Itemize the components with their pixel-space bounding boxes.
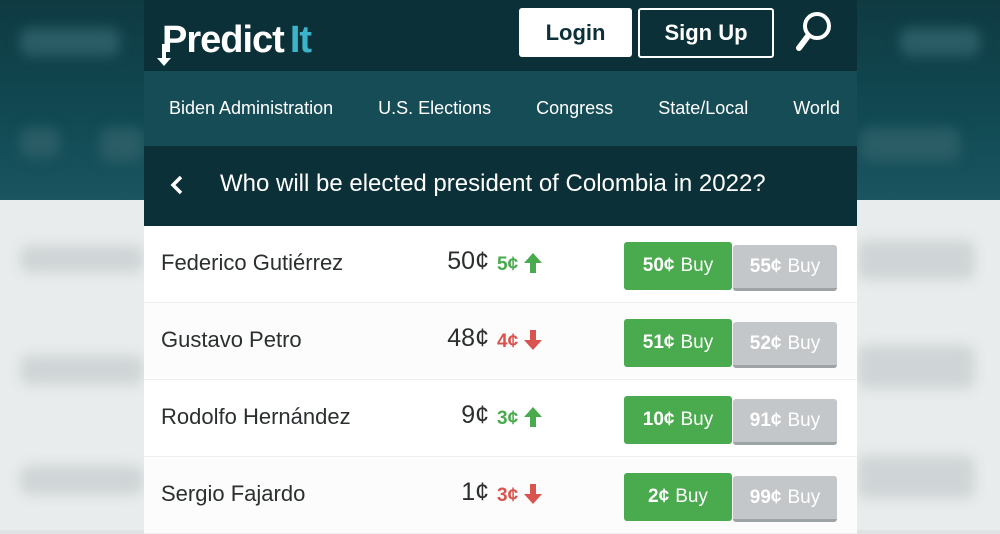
sign-up-button[interactable]: Sign Up (638, 8, 774, 58)
buy-no-price: 99¢ (749, 486, 782, 508)
buy-label: Buy (787, 409, 821, 431)
price-change: 5¢ (497, 254, 519, 275)
buy-label: Buy (787, 255, 821, 277)
buy-no-button[interactable]: 91¢ Buy (733, 399, 837, 445)
login-button[interactable]: Login (519, 8, 632, 57)
category-nav: Biden Administration U.S. Elections Cong… (144, 71, 857, 146)
background-blur-shape (860, 128, 960, 162)
buy-label: Buy (787, 332, 821, 354)
nav-item-state-local[interactable]: State/Local (658, 98, 748, 119)
buy-yes-button[interactable]: 51¢ Buy (624, 319, 732, 367)
contract-row[interactable]: Gustavo Petro 48¢ 4¢ 51¢ Buy 52¢ Buy (144, 303, 857, 380)
nav-item-us-elections[interactable]: U.S. Elections (378, 98, 491, 119)
last-price: 9¢ (461, 401, 489, 429)
app-window: Predict It Login Sign Up Biden Administr… (144, 0, 857, 534)
nav-item-world[interactable]: World (793, 98, 840, 119)
buy-yes-button[interactable]: 10¢ Buy (624, 396, 732, 444)
top-bar: Predict It Login Sign Up (144, 0, 857, 71)
contract-name: Rodolfo Hernández (161, 404, 351, 429)
contract-name: Federico Gutiérrez (161, 250, 344, 275)
buy-no-button[interactable]: 52¢ Buy (733, 322, 837, 368)
contract-row[interactable]: Rodolfo Hernández 9¢ 3¢ 10¢ Buy 91¢ Buy (144, 380, 857, 457)
buy-yes-button[interactable]: 2¢ Buy (624, 473, 732, 521)
arrow-up-icon (524, 253, 542, 273)
contract-row[interactable]: Sergio Fajardo 1¢ 3¢ 2¢ Buy 99¢ Buy (144, 457, 857, 534)
last-price: 1¢ (461, 478, 489, 506)
nav-item-biden-administration[interactable]: Biden Administration (169, 98, 333, 119)
nav-item-congress[interactable]: Congress (536, 98, 613, 119)
price-change: 3¢ (497, 485, 519, 506)
arrow-up-icon (524, 407, 542, 427)
arrow-down-icon (524, 484, 542, 504)
background-blur-shape (857, 240, 975, 280)
market-title-bar: Who will be elected president of Colombi… (144, 146, 857, 226)
market-title: Who will be elected president of Colombi… (220, 170, 766, 197)
buy-no-price: 52¢ (749, 332, 782, 354)
logo-text-accent: It (289, 19, 312, 61)
buy-yes-button[interactable]: 50¢ Buy (624, 242, 732, 290)
price-change: 4¢ (497, 331, 519, 352)
buy-yes-price: 10¢ (642, 409, 675, 430)
buy-yes-price: 51¢ (642, 332, 675, 353)
arrow-down-icon (524, 330, 542, 350)
price-change: 3¢ (497, 408, 519, 429)
background-blur-shape (857, 455, 975, 499)
buy-no-price: 55¢ (749, 255, 782, 277)
buy-no-button[interactable]: 99¢ Buy (733, 476, 837, 522)
contracts-list: Federico Gutiérrez 50¢ 5¢ 50¢ Buy 55¢ Buy … (144, 226, 857, 534)
buy-label: Buy (787, 486, 821, 508)
predictit-logo[interactable]: Predict It (157, 16, 312, 66)
buy-label: Buy (680, 255, 714, 276)
background-blur-shape (900, 28, 980, 56)
contract-name: Gustavo Petro (161, 327, 302, 352)
background-blur-shape (20, 465, 144, 495)
logo-text-main: Predict (162, 19, 285, 61)
buy-label: Buy (675, 486, 708, 507)
buy-yes-price: 2¢ (648, 486, 670, 507)
last-price: 50¢ (447, 247, 489, 275)
buy-label: Buy (680, 332, 714, 353)
search-icon[interactable] (794, 10, 834, 54)
contract-name: Sergio Fajardo (161, 481, 306, 506)
background-blur-shape (20, 28, 120, 56)
buy-no-price: 91¢ (749, 409, 782, 431)
background-blur-shape (20, 245, 144, 273)
background-blur-shape (20, 355, 144, 385)
background-blur-shape (100, 128, 144, 162)
back-chevron-icon[interactable] (166, 173, 188, 197)
logo-arrow-icon (157, 44, 171, 66)
buy-label: Buy (680, 409, 714, 430)
background-blur-shape (20, 128, 60, 158)
background-blur-shape (857, 345, 975, 389)
contract-row[interactable]: Federico Gutiérrez 50¢ 5¢ 50¢ Buy 55¢ Buy (144, 226, 857, 303)
buy-yes-price: 50¢ (642, 255, 675, 276)
last-price: 48¢ (447, 324, 489, 352)
buy-no-button[interactable]: 55¢ Buy (733, 245, 837, 291)
